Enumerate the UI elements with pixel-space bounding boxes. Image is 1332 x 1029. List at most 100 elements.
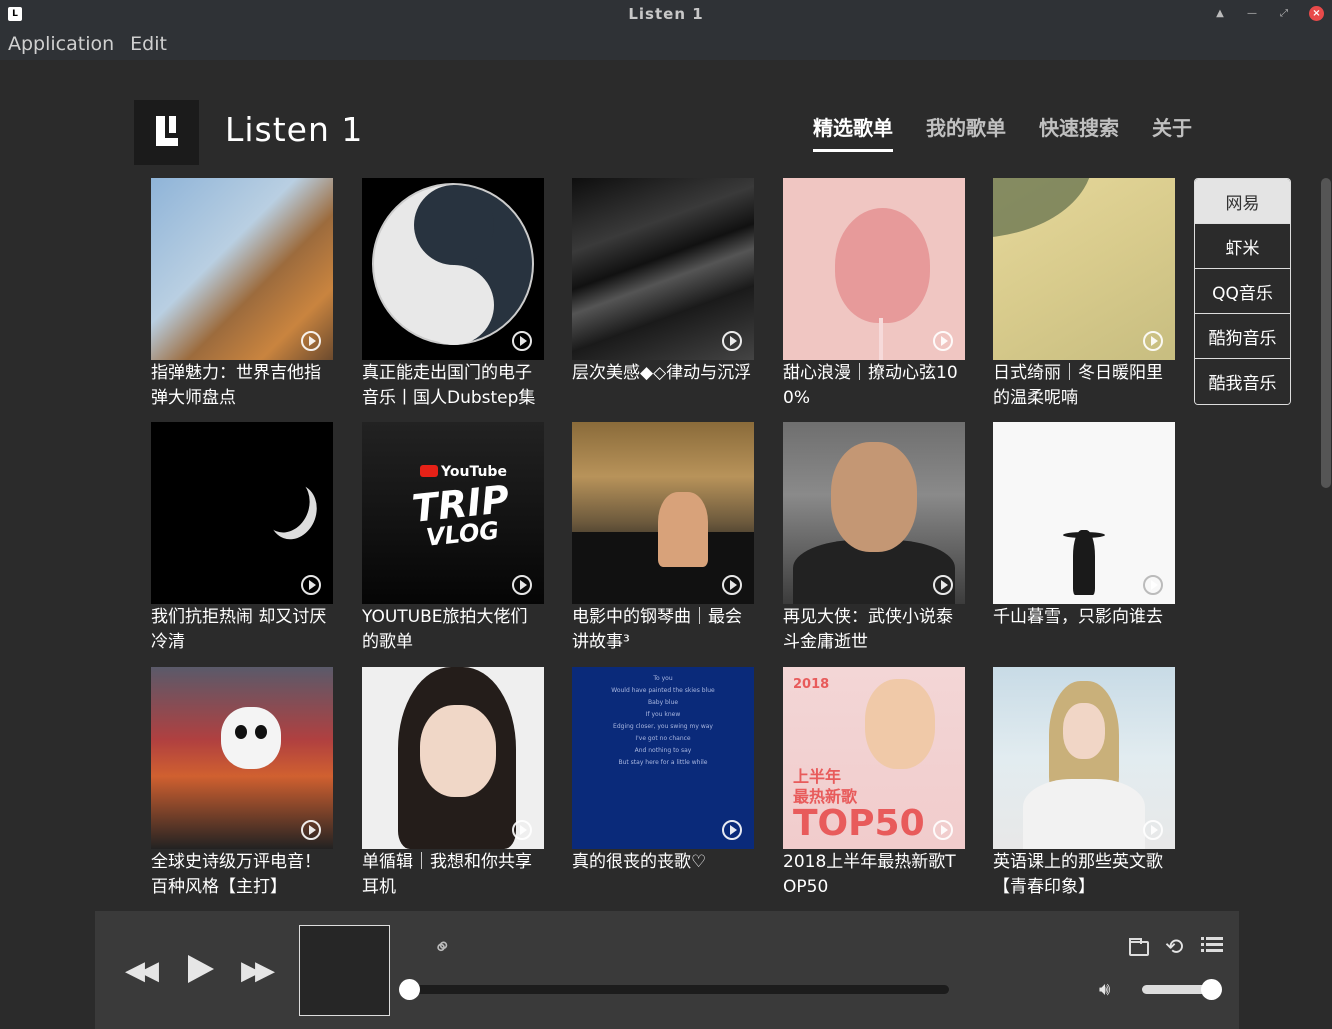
playlist-card[interactable]: 2018 上半年 最热新歌 TOP50 2018上半年最热新歌TOP50: [783, 667, 965, 903]
play-button[interactable]: [188, 955, 214, 983]
playlist-card[interactable]: 甜心浪漫｜撩动心弦100%: [783, 178, 965, 414]
playlist-cover[interactable]: [993, 667, 1175, 849]
tab-about[interactable]: 关于: [1152, 112, 1192, 152]
play-icon[interactable]: [301, 331, 321, 351]
play-icon[interactable]: [301, 575, 321, 595]
playlist-cover[interactable]: [783, 422, 965, 604]
playlist-card[interactable]: 层次美感◆◇律动与沉浮: [572, 178, 754, 414]
playlist-title[interactable]: 甜心浪漫｜撩动心弦100%: [783, 361, 965, 414]
playlist-icon[interactable]: [1201, 937, 1223, 953]
playlist-cover[interactable]: [572, 422, 754, 604]
app-logo: [134, 100, 199, 165]
cover-text: 2018: [793, 677, 830, 692]
playlist-title[interactable]: 真正能走出国门的电子音乐丨国人Dubstep集: [362, 361, 544, 414]
folder-icon[interactable]: [1129, 938, 1149, 956]
cover-lyrics: To you Would have painted the skies blue…: [611, 675, 715, 766]
playlist-card[interactable]: 千山暮雪，只影向谁去: [993, 422, 1175, 658]
playlist-grid: 指弹魅力：世界吉他指弹大师盘点 真正能走出国门的电子音乐丨国人Dubstep集 …: [151, 178, 1181, 911]
tab-quick-search[interactable]: 快速搜索: [1039, 112, 1119, 152]
volume-icon[interactable]: 🔊︎: [1099, 979, 1110, 1000]
playlist-title[interactable]: YOUTUBE旅拍大佬们的歌单: [362, 605, 544, 658]
playlist-cover[interactable]: [362, 178, 544, 360]
nav-tabs: 精选歌单 我的歌单 快速搜索 关于: [813, 112, 1192, 152]
minimize-button[interactable]: —: [1245, 7, 1259, 21]
playlist-title[interactable]: 英语课上的那些英文歌【青春印象】: [993, 850, 1175, 903]
play-icon[interactable]: [512, 575, 532, 595]
playlist-title[interactable]: 日式绮丽｜冬日暖阳里的温柔呢喃: [993, 361, 1175, 414]
maximize-button[interactable]: ⤢: [1277, 7, 1291, 21]
play-icon[interactable]: [1143, 575, 1163, 595]
playlist-title[interactable]: 层次美感◆◇律动与沉浮: [572, 361, 754, 414]
source-netease[interactable]: 网易: [1195, 179, 1290, 224]
playlist-card[interactable]: 日式绮丽｜冬日暖阳里的温柔呢喃: [993, 178, 1175, 414]
playlist-title[interactable]: 2018上半年最热新歌TOP50: [783, 850, 965, 903]
source-xiami[interactable]: 虾米: [1195, 224, 1290, 269]
playlist-cover[interactable]: [993, 178, 1175, 360]
source-kugou[interactable]: 酷狗音乐: [1195, 314, 1290, 359]
playlist-title[interactable]: 真的很丧的丧歌♡: [572, 850, 754, 903]
playlist-cover[interactable]: [151, 422, 333, 604]
playlist-cover[interactable]: [151, 178, 333, 360]
playlist-cover[interactable]: [993, 422, 1175, 604]
playlist-cover[interactable]: To you Would have painted the skies blue…: [572, 667, 754, 849]
play-icon[interactable]: [722, 331, 742, 351]
link-icon[interactable]: ⚭: [428, 932, 458, 963]
playlist-title[interactable]: 电影中的钢琴曲｜最会讲故事³: [572, 605, 754, 658]
playlist-card[interactable]: 真正能走出国门的电子音乐丨国人Dubstep集: [362, 178, 544, 414]
playlist-card[interactable]: YouTube TRIP VLOG YOUTUBE旅拍大佬们的歌单: [362, 422, 544, 658]
playlist-card[interactable]: 再见大侠：武侠小说泰斗金庸逝世: [783, 422, 965, 658]
eject-icon[interactable]: ▲: [1213, 7, 1227, 21]
progress-bar[interactable]: [410, 985, 949, 994]
playlist-card[interactable]: 指弹魅力：世界吉他指弹大师盘点: [151, 178, 333, 414]
next-icon[interactable]: ▶▶: [241, 956, 275, 986]
playlist-title[interactable]: 再见大侠：武侠小说泰斗金庸逝世: [783, 605, 965, 658]
play-icon[interactable]: [1143, 331, 1163, 351]
playlist-title[interactable]: 千山暮雪，只影向谁去: [993, 605, 1175, 658]
playlist-title[interactable]: 我们抗拒热闹 却又讨厌冷清: [151, 605, 333, 658]
playlist-title[interactable]: 全球史诗级万评电音！百种风格【主打】: [151, 850, 333, 903]
play-icon[interactable]: [512, 820, 532, 840]
window-title: Listen 1: [628, 5, 704, 23]
playlist-cover[interactable]: [572, 178, 754, 360]
player-bar: ◀◀ ▶▶ ⚭ ⟲ 🔊︎: [95, 911, 1239, 1029]
play-icon[interactable]: [722, 575, 742, 595]
play-icon[interactable]: [933, 575, 953, 595]
play-icon[interactable]: [933, 331, 953, 351]
play-icon[interactable]: [933, 820, 953, 840]
playlist-title[interactable]: 单循辑｜我想和你共享耳机: [362, 850, 544, 903]
playlist-card[interactable]: To you Would have painted the skies blue…: [572, 667, 754, 903]
app-icon[interactable]: L: [8, 7, 22, 21]
playlist-card[interactable]: 单循辑｜我想和你共享耳机: [362, 667, 544, 903]
playlist-cover[interactable]: YouTube TRIP VLOG: [362, 422, 544, 604]
menu-bar: Application Edit: [0, 28, 1332, 60]
playlist-card[interactable]: 我们抗拒热闹 却又讨厌冷清: [151, 422, 333, 658]
app-title: Listen 1: [225, 110, 364, 149]
source-qq-music[interactable]: QQ音乐: [1195, 269, 1290, 314]
playlist-card[interactable]: 全球史诗级万评电音！百种风格【主打】: [151, 667, 333, 903]
previous-icon[interactable]: ◀◀: [125, 956, 159, 986]
volume-knob[interactable]: [1201, 979, 1222, 1000]
source-kuwo[interactable]: 酷我音乐: [1195, 359, 1290, 404]
repeat-icon[interactable]: ⟲: [1165, 935, 1183, 960]
playlist-title[interactable]: 指弹魅力：世界吉他指弹大师盘点: [151, 361, 333, 414]
current-album-art: [299, 925, 390, 1016]
menu-application[interactable]: Application: [8, 33, 114, 55]
tab-my-playlists[interactable]: 我的歌单: [926, 112, 1006, 152]
source-list: 网易 虾米 QQ音乐 酷狗音乐 酷我音乐: [1194, 178, 1291, 405]
play-icon[interactable]: [512, 331, 532, 351]
progress-knob[interactable]: [399, 979, 420, 1000]
tab-featured-playlists[interactable]: 精选歌单: [813, 112, 893, 152]
play-icon[interactable]: [1143, 820, 1163, 840]
menu-edit[interactable]: Edit: [130, 33, 167, 55]
playlist-cover[interactable]: [783, 178, 965, 360]
play-icon[interactable]: [722, 820, 742, 840]
playlist-cover[interactable]: [362, 667, 544, 849]
play-icon[interactable]: [301, 820, 321, 840]
close-button[interactable]: ×: [1309, 6, 1324, 21]
playlist-cover[interactable]: 2018 上半年 最热新歌 TOP50: [783, 667, 965, 849]
scrollbar-thumb[interactable]: [1321, 178, 1331, 488]
playlist-card[interactable]: 电影中的钢琴曲｜最会讲故事³: [572, 422, 754, 658]
cover-text: TOP50: [793, 803, 925, 844]
playlist-cover[interactable]: [151, 667, 333, 849]
playlist-card[interactable]: 英语课上的那些英文歌【青春印象】: [993, 667, 1175, 903]
